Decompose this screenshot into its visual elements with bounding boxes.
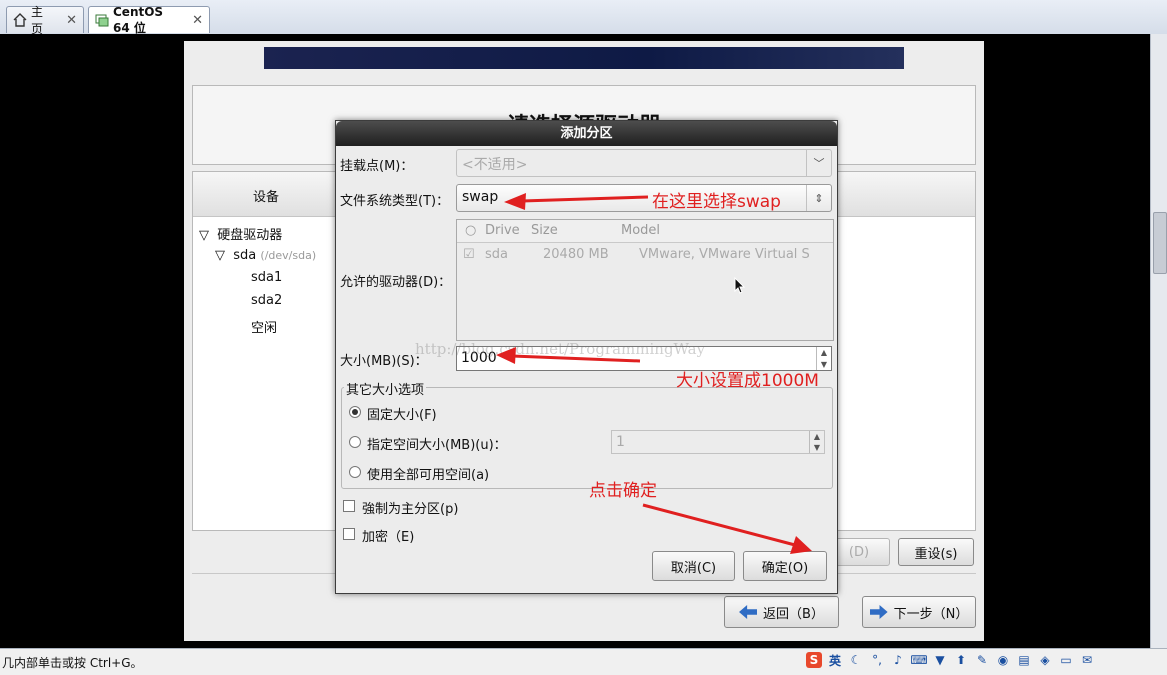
arrow-swap [521, 195, 649, 203]
mic-icon[interactable]: ♪ [890, 652, 906, 668]
sound-icon[interactable]: ◈ [1037, 652, 1053, 668]
punct-icon[interactable]: °, [869, 652, 885, 668]
status-text: 几内部单击或按 Ctrl+G。 [2, 656, 143, 670]
annotation-click-ok: 点击确定 [589, 481, 657, 501]
annotation-set-size: 大小设置成1000M [676, 371, 819, 391]
printer-icon[interactable]: ▤ [1016, 652, 1032, 668]
arrow-ok [642, 503, 796, 547]
system-tray: S 英 ☾ °, ♪ ⌨ ▼ ⬆ ✎ ◉ ▤ ◈ ▭ ✉ [806, 652, 1095, 668]
message-icon[interactable]: ✉ [1079, 652, 1095, 668]
mouse-cursor-icon [734, 277, 746, 294]
keyboard-icon[interactable]: ⌨ [910, 652, 927, 668]
language-indicator[interactable]: 英 [827, 652, 843, 668]
moon-icon[interactable]: ☾ [848, 652, 864, 668]
arrowhead-swap [504, 193, 526, 210]
status-bar: 几内部单击或按 Ctrl+G。 S 英 ☾ °, ♪ ⌨ ▼ ⬆ ✎ ◉ ▤ ◈… [0, 648, 1167, 675]
arrowhead-size [496, 347, 516, 364]
shirt-icon[interactable]: ▼ [932, 652, 948, 668]
upload-icon[interactable]: ⬆ [953, 652, 969, 668]
wrench-icon[interactable]: ✎ [974, 652, 990, 668]
network-icon[interactable]: ◉ [995, 652, 1011, 668]
storage-icon[interactable]: ▭ [1058, 652, 1074, 668]
arrowhead-ok [790, 536, 812, 554]
arrow-size [511, 354, 641, 363]
sogou-icon[interactable]: S [806, 652, 822, 668]
annotation-select-swap: 在这里选择swap [652, 192, 781, 212]
annotation-arrows [496, 193, 812, 554]
